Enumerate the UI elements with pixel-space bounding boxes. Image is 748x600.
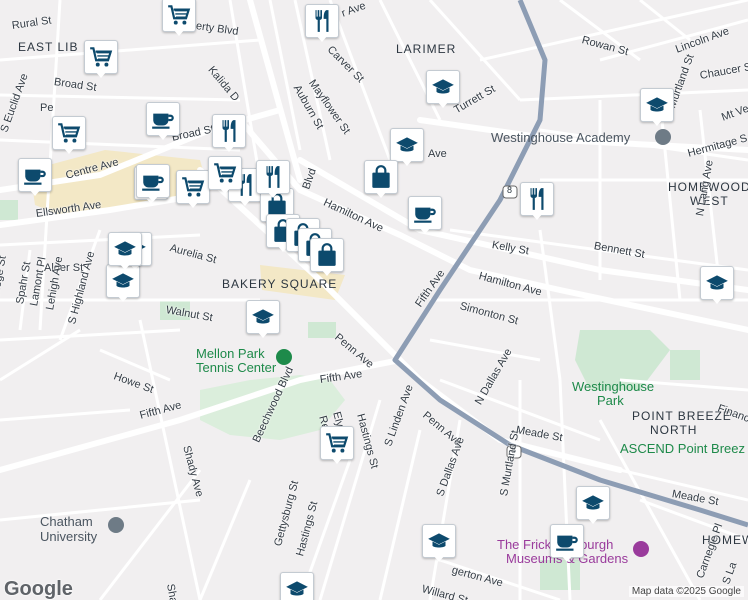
dining-pin-icon[interactable]: [520, 182, 554, 224]
school-pin-icon[interactable]: [246, 300, 280, 342]
cafe-pin-icon[interactable]: [550, 524, 584, 566]
neighborhood-label: NORTH: [650, 423, 698, 437]
neighborhood-label: EAST LIB: [18, 40, 79, 54]
poi-label[interactable]: Park: [597, 393, 624, 408]
poi-label[interactable]: University: [40, 529, 97, 544]
cart-pin-icon[interactable]: [162, 0, 196, 40]
school-pin-icon[interactable]: [640, 88, 674, 130]
cafe-pin-icon[interactable]: [18, 158, 52, 200]
cafe-pin-icon[interactable]: [408, 196, 442, 238]
poi-label[interactable]: ASCEND Point Breez: [620, 441, 745, 456]
dining-pin-icon[interactable]: [256, 160, 290, 202]
poi-label[interactable]: Westinghouse: [572, 379, 654, 394]
street-label: Pe: [40, 102, 54, 114]
cart-pin-icon[interactable]: [176, 170, 210, 212]
museum-marker-icon[interactable]: [633, 541, 649, 557]
school-pin-icon[interactable]: [426, 70, 460, 112]
school-pin-icon[interactable]: [700, 266, 734, 308]
cart-pin-icon[interactable]: [84, 40, 118, 82]
google-logo[interactable]: Google: [4, 578, 73, 600]
map-canvas[interactable]: 8 8 EAST LIB LARIMER HOMEWOOD WEST BAKER…: [0, 0, 748, 600]
poi-label[interactable]: Chatham: [40, 514, 93, 529]
park-marker-icon[interactable]: [276, 349, 292, 365]
poi-label[interactable]: Mellon Park: [196, 346, 265, 361]
neighborhood-label: LARIMER: [396, 42, 457, 56]
school-pin-icon[interactable]: [108, 232, 142, 274]
school-pin-icon[interactable]: [576, 486, 610, 528]
map-data-attribution[interactable]: Map data ©2025 Google: [628, 586, 744, 597]
route-8-label: 8: [507, 185, 513, 195]
poi-label[interactable]: Tennis Center: [196, 360, 276, 375]
cart-pin-icon[interactable]: [208, 156, 242, 198]
school-pin-icon[interactable]: [422, 524, 456, 566]
school-pin-icon[interactable]: [280, 572, 314, 600]
cafe-pin-icon[interactable]: [136, 164, 170, 206]
cart-pin-icon[interactable]: [320, 426, 354, 468]
bag-pin-icon[interactable]: [364, 160, 398, 202]
dining-pin-icon[interactable]: [212, 114, 246, 156]
street-label: Ave: [428, 148, 447, 160]
bag-pin-icon[interactable]: [310, 238, 344, 280]
poi-label[interactable]: Westinghouse Academy: [491, 130, 630, 145]
cafe-pin-icon[interactable]: [146, 102, 180, 144]
dining-pin-icon[interactable]: [305, 4, 339, 46]
cart-pin-icon[interactable]: [52, 116, 86, 158]
school-marker-icon[interactable]: [655, 129, 671, 145]
school-marker-icon[interactable]: [108, 517, 124, 533]
